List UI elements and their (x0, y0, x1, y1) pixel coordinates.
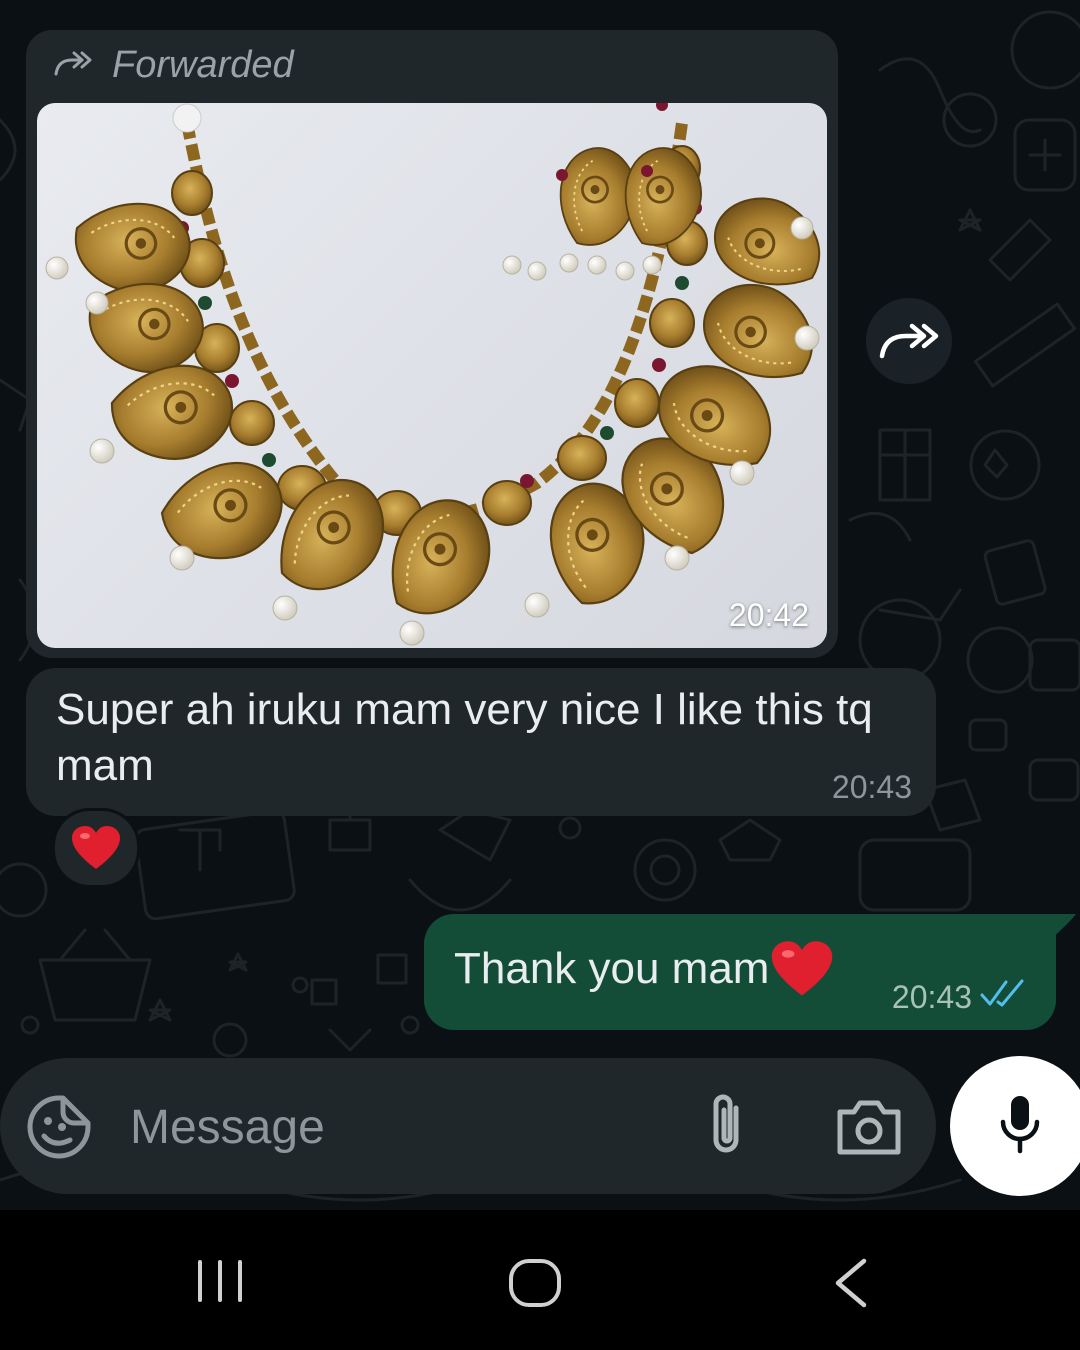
outgoing-message-timestamp: 20:43 (891, 979, 972, 1015)
sticker-emoji-icon[interactable] (26, 1094, 92, 1160)
heart-icon (72, 826, 120, 869)
necklace-photo[interactable]: 20:42 (37, 103, 827, 648)
outgoing-bubble-tail (1050, 914, 1076, 940)
double-check-icon (980, 979, 1030, 1014)
home-icon[interactable] (508, 1258, 562, 1313)
camera-icon[interactable] (834, 1096, 904, 1158)
incoming-message-text: Super ah iruku mam very nice I like this… (56, 685, 873, 790)
incoming-message-timestamp: 20:43 (831, 769, 912, 805)
microphone-icon (997, 1094, 1043, 1159)
forwarded-icon (52, 48, 92, 83)
microphone-button[interactable] (950, 1056, 1080, 1196)
heart-emoji-icon (772, 941, 833, 996)
necklace-image (45, 103, 826, 646)
paperclip-icon[interactable] (696, 1090, 756, 1162)
image-timestamp: 20:42 (728, 597, 809, 633)
forward-icon (878, 318, 940, 365)
forwarded-label: Forwarded (112, 43, 294, 86)
incoming-text-message[interactable]: Super ah iruku mam very nice I like this… (26, 668, 936, 816)
outgoing-message-text: Thank you mam (454, 940, 835, 998)
outgoing-text-message[interactable]: Thank you mam 20:43 (424, 914, 1056, 1030)
back-icon[interactable] (832, 1258, 872, 1313)
whatsapp-chat-screen: Forwarded 20:42 Super ah iruku mam very … (0, 0, 1080, 1350)
message-input[interactable] (128, 1092, 652, 1162)
forward-button[interactable] (866, 298, 952, 384)
forwarded-header: Forwarded (52, 40, 294, 90)
recent-apps-icon[interactable] (196, 1260, 244, 1307)
system-navigation-bar (0, 1210, 1080, 1350)
outgoing-message-label: Thank you mam (454, 944, 770, 993)
reaction-heart[interactable] (52, 808, 140, 888)
message-composer (0, 1058, 936, 1194)
